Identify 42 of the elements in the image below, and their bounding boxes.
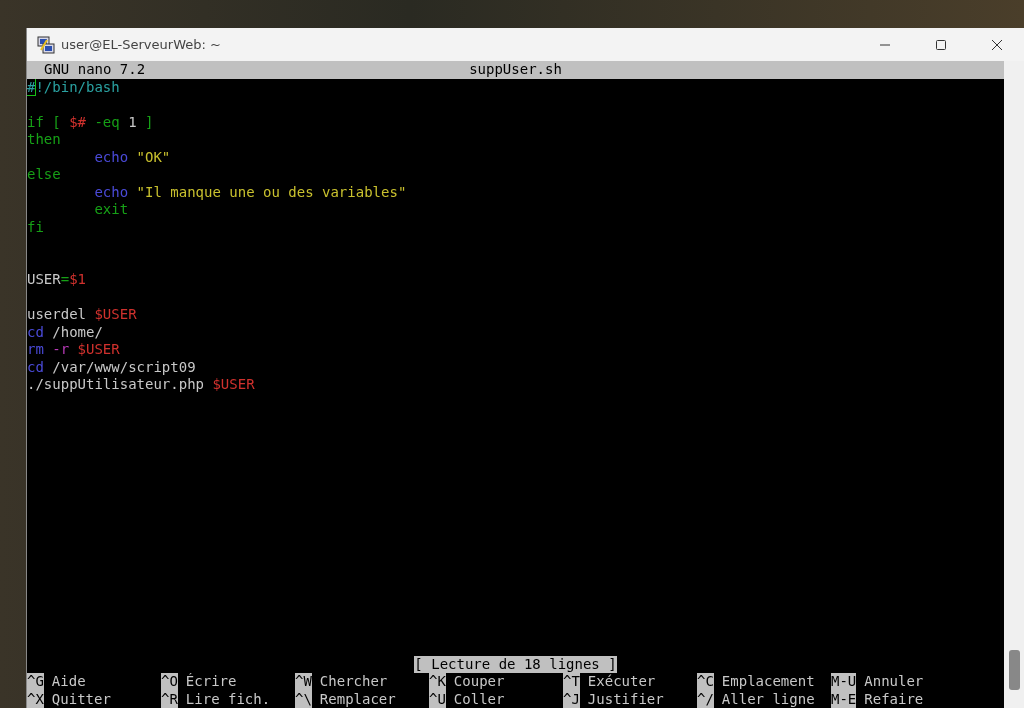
shortcut-key: ^O: [161, 673, 178, 691]
code-line: USER=$1: [27, 271, 86, 287]
code-line: fi: [27, 218, 44, 235]
shortcut-key: M-U: [831, 673, 857, 691]
code-line: cd /var/www/script09: [27, 358, 196, 375]
maximize-icon: [935, 38, 947, 51]
shortcut-label: Justifier: [587, 690, 664, 708]
shortcut-label: Aller ligne: [721, 690, 815, 708]
shortcut-label: Lire fich.: [185, 690, 271, 708]
scrollbar-thumb[interactable]: [1009, 650, 1020, 690]
close-icon: [991, 38, 1003, 51]
code-line: echo "OK": [93, 148, 171, 165]
code-line: userdel $USER: [27, 306, 137, 322]
shortcut-label: Quitter: [51, 690, 111, 708]
shortcut-label: Exécuter: [587, 673, 656, 691]
computer-icon: [37, 35, 55, 54]
code-line: if [ $# -eq 1 ]: [27, 113, 154, 130]
editor-version: GNU nano 7.2: [44, 61, 146, 79]
window-title: user@EL-ServeurWeb: ~: [61, 37, 221, 52]
shortcut-label: Emplacement: [721, 673, 815, 691]
shortcut-label: Chercher: [319, 673, 388, 691]
shortcut-key: ^W: [295, 673, 312, 691]
shortcut-key: ^C: [697, 673, 714, 691]
code-line: cd /home/: [27, 323, 103, 340]
shortcut-label: Remplacer: [319, 690, 396, 708]
shortcut-key: ^K: [429, 673, 446, 691]
shortcut-key: ^G: [27, 673, 44, 691]
shortcut-label: Écrire: [185, 673, 237, 691]
shortcut-key: ^T: [563, 673, 580, 691]
shortcut-label: Couper: [453, 673, 505, 691]
shortcut-label: Aide: [51, 673, 86, 691]
status-message: [ Lecture de 18 lignes ]: [414, 655, 617, 673]
code-line: ./suppUtilisateur.php $USER: [27, 376, 255, 392]
shortcut-label: Coller: [453, 690, 505, 708]
code-line: rm -r $USER: [27, 341, 120, 357]
shortcut-label: Annuler: [864, 673, 924, 691]
file-name: suppUser.sh: [469, 61, 562, 79]
code-line: exit: [93, 201, 129, 217]
code-line: else: [27, 166, 61, 182]
shortcut-label: Refaire: [864, 690, 924, 708]
code-line: echo "Il manque une ou des variables": [93, 183, 407, 200]
code-line: then: [27, 131, 61, 147]
